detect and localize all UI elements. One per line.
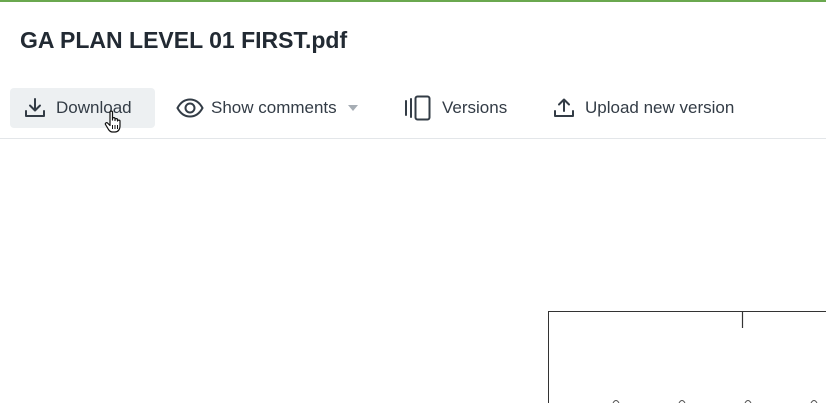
show-comments-label: Show comments — [211, 98, 337, 117]
versions-button[interactable]: Versions — [404, 88, 507, 128]
upload-label: Upload new version — [585, 98, 735, 117]
versions-label: Versions — [442, 98, 508, 117]
hand-pointer-cursor — [104, 110, 121, 133]
top-accent-bar — [0, 0, 826, 2]
versions-icon — [404, 95, 432, 121]
download-button[interactable]: Download — [10, 88, 155, 128]
upload-new-version-button[interactable]: Upload new version — [553, 88, 734, 128]
caret-down-icon[interactable] — [347, 105, 358, 111]
pdf-viewer[interactable] — [0, 139, 826, 403]
eye-icon — [176, 98, 204, 118]
document-title: GA PLAN LEVEL 01 FIRST.pdf — [20, 27, 348, 53]
upload-icon — [553, 97, 575, 119]
show-comments-button[interactable]: Show comments — [176, 88, 358, 128]
download-icon — [24, 97, 46, 119]
pdf-page-preview — [548, 311, 826, 403]
